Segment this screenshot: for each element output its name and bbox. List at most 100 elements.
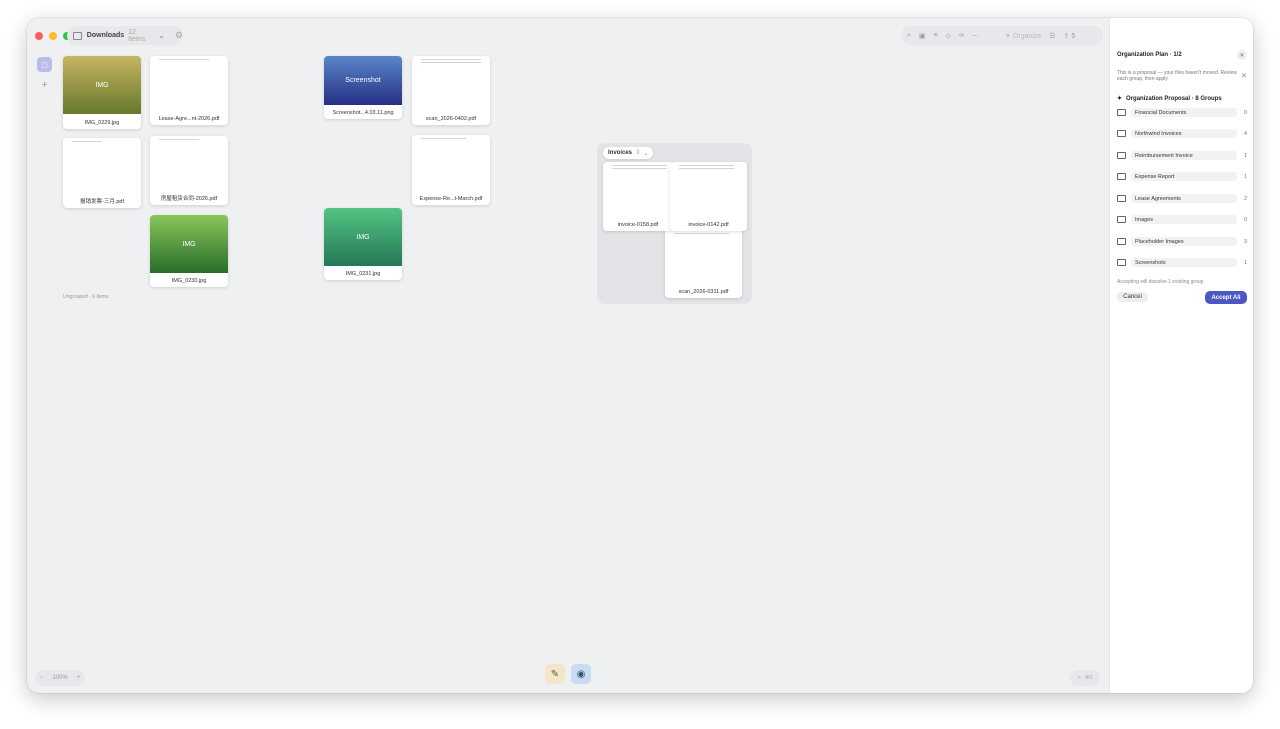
group-count: 3 [636,150,640,156]
file-card[interactable]: IMG IMG_0229.jpg [63,56,141,129]
dock: ✎ ◉ [545,664,591,684]
folder-icon [73,31,82,40]
proposal-heading: ✦ Organization Proposal · 8 Groups [1117,95,1222,103]
group-name-field[interactable]: Northwind Invoices [1131,129,1237,138]
canvas-shortcut[interactable]: ↖ ⌘0 [1070,670,1100,686]
zoom-level: 100% [52,675,68,681]
panel-description: This is a proposal — your files haven't … [1117,70,1237,82]
file-name: scan_2026-0402.pdf [425,116,477,122]
panel-icon[interactable]: ▣ [919,32,926,40]
document-preview [421,59,481,65]
tag-icon[interactable]: ◇ [946,32,951,40]
file-name: IMG_0231.jpg [345,271,381,277]
group-count: 1 [1243,259,1247,266]
proposal-group-row[interactable]: Financial Documents 0 [1117,107,1247,118]
folder-selector[interactable]: Downloads 12 Items ⌄ ⚙ [67,26,183,45]
chevron-down-icon[interactable]: ⌄ [158,31,165,40]
zoom-in-button[interactable]: + [77,675,81,681]
link-icon[interactable]: ∞ [959,32,964,39]
gear-icon[interactable]: ⚙ [175,30,183,41]
proposal-group-row[interactable]: Images 0 [1117,214,1247,225]
panel-title: Organization Plan · 1/2 [1117,52,1182,58]
folder-icon [1117,259,1126,266]
file-card[interactable]: invoice-0158.pdf [603,162,673,231]
file-card[interactable]: Screenshot Screenshot...4.03.11.png [324,56,402,119]
folder-icon [1117,216,1126,223]
dissolve-note: Accepting will dissolve 1 existing group [1117,279,1204,285]
minimize-window-button[interactable] [49,31,57,40]
file-card[interactable]: Expense-Re...t-March.pdf [412,135,490,205]
app-window: Downloads 12 Items ⌄ ⚙ ⌕ ▣ ≡ ◇ ∞ ⋯ ✦ Org… [27,18,1253,693]
proposal-group-row[interactable]: Placeholder Images 3 [1117,236,1247,247]
document-preview [159,139,219,142]
file-name: invoice-0158.pdf [617,222,659,228]
document-preview [679,165,739,171]
zoom-control: − 100% + [35,670,85,686]
image-thumbnail: IMG [324,208,402,266]
shelf-icon[interactable]: ◉ [571,664,591,684]
file-name: scan_2026-0311.pdf [678,289,729,295]
dismiss-icon[interactable]: ✕ [1241,72,1247,80]
document-preview [72,141,132,144]
pointer-icon: ↖ [1077,675,1082,681]
file-name: 房屋租赁合同-2026.pdf [160,196,218,202]
folder-name: Downloads [86,32,125,39]
file-card[interactable]: 房屋租赁合同-2026.pdf [150,136,228,205]
close-icon[interactable]: ✕ [1237,50,1247,60]
proposal-group-row[interactable]: Reimbursement Invoice 1 [1117,150,1247,161]
file-card[interactable]: IMG IMG_0230.jpg [150,215,228,287]
brush-tool-icon[interactable]: ✎ [545,664,565,684]
organization-panel: Organization Plan · 1/2 ✕ This is a prop… [1109,18,1253,693]
folder-icon [1117,195,1126,202]
invoices-group[interactable]: Invoices 3 ⌄ scan_2026-0311.pdf invoice-… [597,143,752,304]
proposal-group-row[interactable]: Lease Agreements 2 [1117,193,1247,204]
group-name-field[interactable]: Financial Documents [1131,108,1237,117]
group-name-field[interactable]: Lease Agreements [1131,194,1237,203]
sparkle-icon: ✦ [1005,32,1011,40]
group-count: 1 [1243,152,1247,159]
folder-icon [1117,109,1126,116]
folder-icon [1117,130,1126,137]
filter-icon[interactable]: ≡ [934,32,938,39]
file-name: IMG_0230.jpg [171,278,207,284]
image-thumbnail: IMG [63,56,141,114]
file-card[interactable]: scan_2026-0311.pdf [665,227,742,298]
group-name-field[interactable]: Screenshots [1131,258,1237,267]
folder-icon [1117,173,1126,180]
group-name-field[interactable]: Placeholder Images [1131,237,1237,246]
folder-icon [1117,238,1126,245]
organize-button[interactable]: ✦ Organize [1005,32,1041,40]
group-count: 1 [1243,173,1247,180]
group-count: 2 [1243,195,1247,202]
proposal-group-row[interactable]: Expense Report 1 [1117,171,1247,182]
close-window-button[interactable] [35,31,43,40]
group-name-field[interactable]: Images [1131,215,1237,224]
file-card[interactable]: 报销发票-三月.pdf [63,138,141,208]
file-name: 报销发票-三月.pdf [79,199,124,205]
group-count: 3 [1243,238,1247,245]
file-card[interactable]: IMG IMG_0231.jpg [324,208,402,280]
document-preview [612,165,672,171]
proposal-group-row[interactable]: Screenshots 1 [1117,257,1247,268]
cancel-button[interactable]: Cancel [1117,292,1148,302]
group-name-field[interactable]: Reimbursement Invoice [1131,151,1237,160]
group-name-field[interactable]: Expense Report [1131,172,1237,181]
file-card[interactable]: scan_2026-0402.pdf [412,56,490,125]
sparkle-icon: ✦ [1117,96,1123,102]
more-icon[interactable]: ⋯ [972,32,979,40]
list-icon[interactable]: ☰ [1049,32,1055,40]
zoom-out-button[interactable]: − [40,675,44,681]
file-card[interactable]: invoice-0142.pdf [670,162,747,231]
add-icon[interactable]: + [42,80,48,91]
share-icon[interactable]: ⇪ 5 [1064,32,1076,40]
chevron-down-icon[interactable]: ⌄ [643,150,648,157]
group-count: 4 [1243,130,1247,137]
group-name: Invoices [608,150,633,156]
accept-all-button[interactable]: Accept All [1205,291,1247,304]
select-tool-icon[interactable]: ▢ [37,57,52,72]
search-icon[interactable]: ⌕ [907,32,911,40]
file-card[interactable]: Lease-Agre...nt-2026.pdf [150,56,228,125]
group-header[interactable]: Invoices 3 ⌄ [603,147,654,159]
toolbar: ⌕ ▣ ≡ ◇ ∞ ⋯ ✦ Organize ☰ ⇪ 5 [901,26,1103,45]
proposal-group-row[interactable]: Northwind Invoices 4 [1117,128,1247,139]
